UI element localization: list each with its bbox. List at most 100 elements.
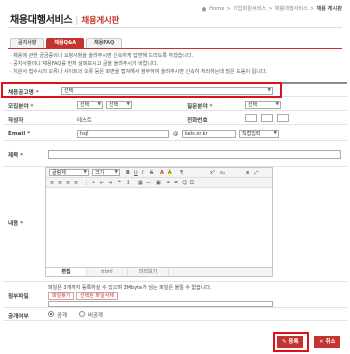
attach-label: 첨부파일 — [8, 294, 29, 300]
home-icon[interactable] — [201, 6, 207, 12]
editor-toolbar-2: ≡ ≡ ≡ ≡ ⋮ • ⇤ ⇥ ❝ ↕ ▦ ― ▣ ⚭ ⚮ ☺ Ω — [46, 178, 272, 188]
public-radio[interactable] — [48, 311, 54, 317]
editor-content-area[interactable] — [46, 188, 272, 267]
author-row: 작성자 테스트 전화번호 — [3, 111, 347, 125]
attached-file-list[interactable] — [48, 301, 273, 307]
underline-icon[interactable]: U — [134, 170, 138, 176]
strikethrough-icon[interactable]: S — [150, 170, 153, 176]
font-family-select[interactable]: 굴림체 ▼ — [49, 169, 89, 176]
phone-label: 전화번호 — [187, 118, 208, 124]
tab-html-mode[interactable]: html — [87, 268, 128, 276]
line-height-icon[interactable]: ↕ — [126, 180, 130, 186]
private-radio[interactable] — [79, 311, 85, 317]
author-value: 테스트 — [77, 118, 92, 124]
breadcrumb: Home > 기업회원서비스 > 채용대행서비스 > 채용 게시판 — [201, 5, 342, 12]
page-header: 채용대행서비스 | 채용게시판 — [10, 11, 119, 26]
field-sub-select[interactable]: 선택 ▼ — [106, 101, 132, 109]
emoticon-icon[interactable]: ☺ — [182, 180, 187, 186]
author-label: 작성자 — [8, 118, 24, 124]
chevron-down-icon: ▼ — [97, 102, 101, 107]
align-right-icon[interactable]: ≡ — [66, 180, 70, 186]
text-color-icon[interactable]: A — [160, 170, 164, 176]
title-separator: | — [75, 16, 79, 26]
tab-faq[interactable]: 채용FAQ — [86, 38, 123, 48]
close-icon: ✕ — [319, 339, 324, 345]
content-editor: 굴림체 ▼ 크기 ▼ B U I S A A ¶ x² x₂ x ⤢ ≡ ≡ ≡ ≡… — [45, 167, 273, 277]
tab-notice[interactable]: 공지사항 — [10, 38, 45, 48]
subject-label: 제목 — [8, 153, 19, 159]
subscript-icon[interactable]: x₂ — [220, 170, 225, 176]
editor-toolbar-1: 굴림체 ▼ 크기 ▼ B U I S A A ¶ x² x₂ x ⤢ — [46, 168, 272, 178]
align-center-icon[interactable]: ≡ — [58, 180, 62, 186]
qtype-label: 질문분야 — [187, 104, 208, 110]
link-icon[interactable]: ⚭ — [166, 180, 170, 186]
breadcrumb-home[interactable]: Home — [209, 6, 224, 12]
notice-list: · 채용에 관한 궁금증이나 요청사항을 올려주시면 신속하게 답변해 드리도록… — [10, 52, 344, 76]
submit-highlight-box — [273, 332, 309, 352]
ordered-list-icon[interactable]: ⋮ — [84, 180, 89, 186]
align-left-icon[interactable]: ≡ — [50, 180, 54, 186]
private-option-label: 비공개 — [88, 313, 103, 319]
recruit-highlight-box — [1, 82, 282, 98]
field-label: 모집분야 — [8, 104, 29, 110]
email-domain-field[interactable]: kels.or.kr — [182, 130, 236, 138]
blockquote-icon[interactable]: ❝ — [118, 180, 121, 186]
tab-preview-mode[interactable]: 미리보기 — [128, 268, 169, 276]
email-id-field[interactable]: hsjl — [77, 130, 169, 138]
highlight-color-icon[interactable]: A — [168, 170, 172, 176]
attach-note: 파일은 3개까지 등록하실 수 있으며 3Mbyte가 넘는 파일은 올릴 수 … — [48, 285, 212, 291]
font-size-select[interactable]: 크기 ▼ — [92, 169, 120, 176]
notice-item: · 지원서 접수시의 오류나 사이트의 오류 등은 화면을 캡쳐해서 첨부하여 … — [10, 69, 268, 75]
subject-row: 제목 * — [3, 141, 347, 167]
field-select[interactable]: 선택 ▼ — [77, 101, 103, 109]
breadcrumb-current: 채용 게시판 — [316, 6, 342, 12]
chevron-down-icon: ▼ — [275, 102, 279, 107]
expand-icon[interactable]: ⤢ — [254, 170, 258, 176]
phone-field-3[interactable] — [277, 114, 289, 122]
tab-underline — [8, 48, 342, 49]
qtype-select[interactable]: 선택 ▼ — [245, 101, 281, 109]
cancel-button[interactable]: ✕ 취소 — [314, 336, 341, 348]
email-at: @ — [173, 131, 179, 137]
unordered-list-icon[interactable]: • — [92, 180, 95, 186]
align-justify-icon[interactable]: ≡ — [74, 180, 78, 186]
chevron-down-icon: ▼ — [126, 102, 130, 107]
notice-item: · 채용에 관한 궁금증이나 요청사항을 올려주시면 신속하게 답변해 드리도록… — [10, 53, 194, 59]
public-row: 공개여부 공개 비공개 — [3, 308, 347, 321]
image-icon[interactable]: ▣ — [156, 180, 161, 186]
breadcrumb-service[interactable]: 채용대행서비스 — [275, 5, 308, 12]
file-find-button[interactable]: 파일찾기 — [48, 292, 75, 300]
superscript-icon[interactable]: x² — [210, 170, 215, 176]
horizontal-rule-icon[interactable]: ― — [146, 180, 151, 186]
unlink-icon[interactable]: ⚮ — [174, 180, 178, 186]
bold-icon[interactable]: B — [126, 170, 130, 176]
format-painter-icon[interactable]: ¶ — [180, 170, 183, 176]
outdent-icon[interactable]: ⇤ — [100, 180, 104, 186]
header-divider — [8, 27, 342, 28]
italic-icon[interactable]: I — [142, 170, 143, 176]
indent-icon[interactable]: ⇥ — [108, 180, 112, 186]
subject-field[interactable] — [48, 150, 341, 159]
email-domain-select[interactable]: 직접입력 ▼ — [239, 130, 279, 138]
phone-field-2[interactable] — [261, 114, 273, 122]
notice-item: · 공지사항이나 채용FAQ를 먼저 살펴보시고 글을 올려주시기 바랍니다. — [10, 61, 159, 67]
tab-edit-mode[interactable]: 편집 — [46, 268, 87, 276]
breadcrumb-member[interactable]: 기업회원서비스 — [233, 5, 266, 12]
public-label: 공개여부 — [8, 314, 29, 320]
email-label: Email — [8, 131, 26, 137]
chevron-down-icon: ▼ — [273, 131, 277, 136]
page-title: 채용대행서비스 — [10, 15, 73, 26]
special-char-icon[interactable]: Ω — [190, 180, 194, 186]
editor-mode-tabs: 편집 html 미리보기 — [46, 267, 272, 276]
public-option-label: 공개 — [57, 313, 67, 319]
attach-row: 첨부파일 파일은 3개까지 등록하실 수 있으며 3Mbyte가 넘는 파일은 … — [3, 282, 347, 308]
remove-format-icon[interactable]: x — [246, 170, 249, 176]
table-icon[interactable]: ▦ — [138, 180, 143, 186]
chevron-down-icon: ▼ — [83, 170, 87, 175]
file-delete-button[interactable]: 선택된 파일삭제 — [76, 292, 118, 300]
content-label: 내용 — [8, 221, 19, 227]
phone-field-1[interactable] — [245, 114, 257, 122]
page-subtitle: 채용게시판 — [81, 16, 119, 26]
email-row: Email * hsjl @ kels.or.kr 직접입력 ▼ — [3, 125, 347, 141]
tab-qna[interactable]: 채용Q&A — [46, 38, 85, 48]
